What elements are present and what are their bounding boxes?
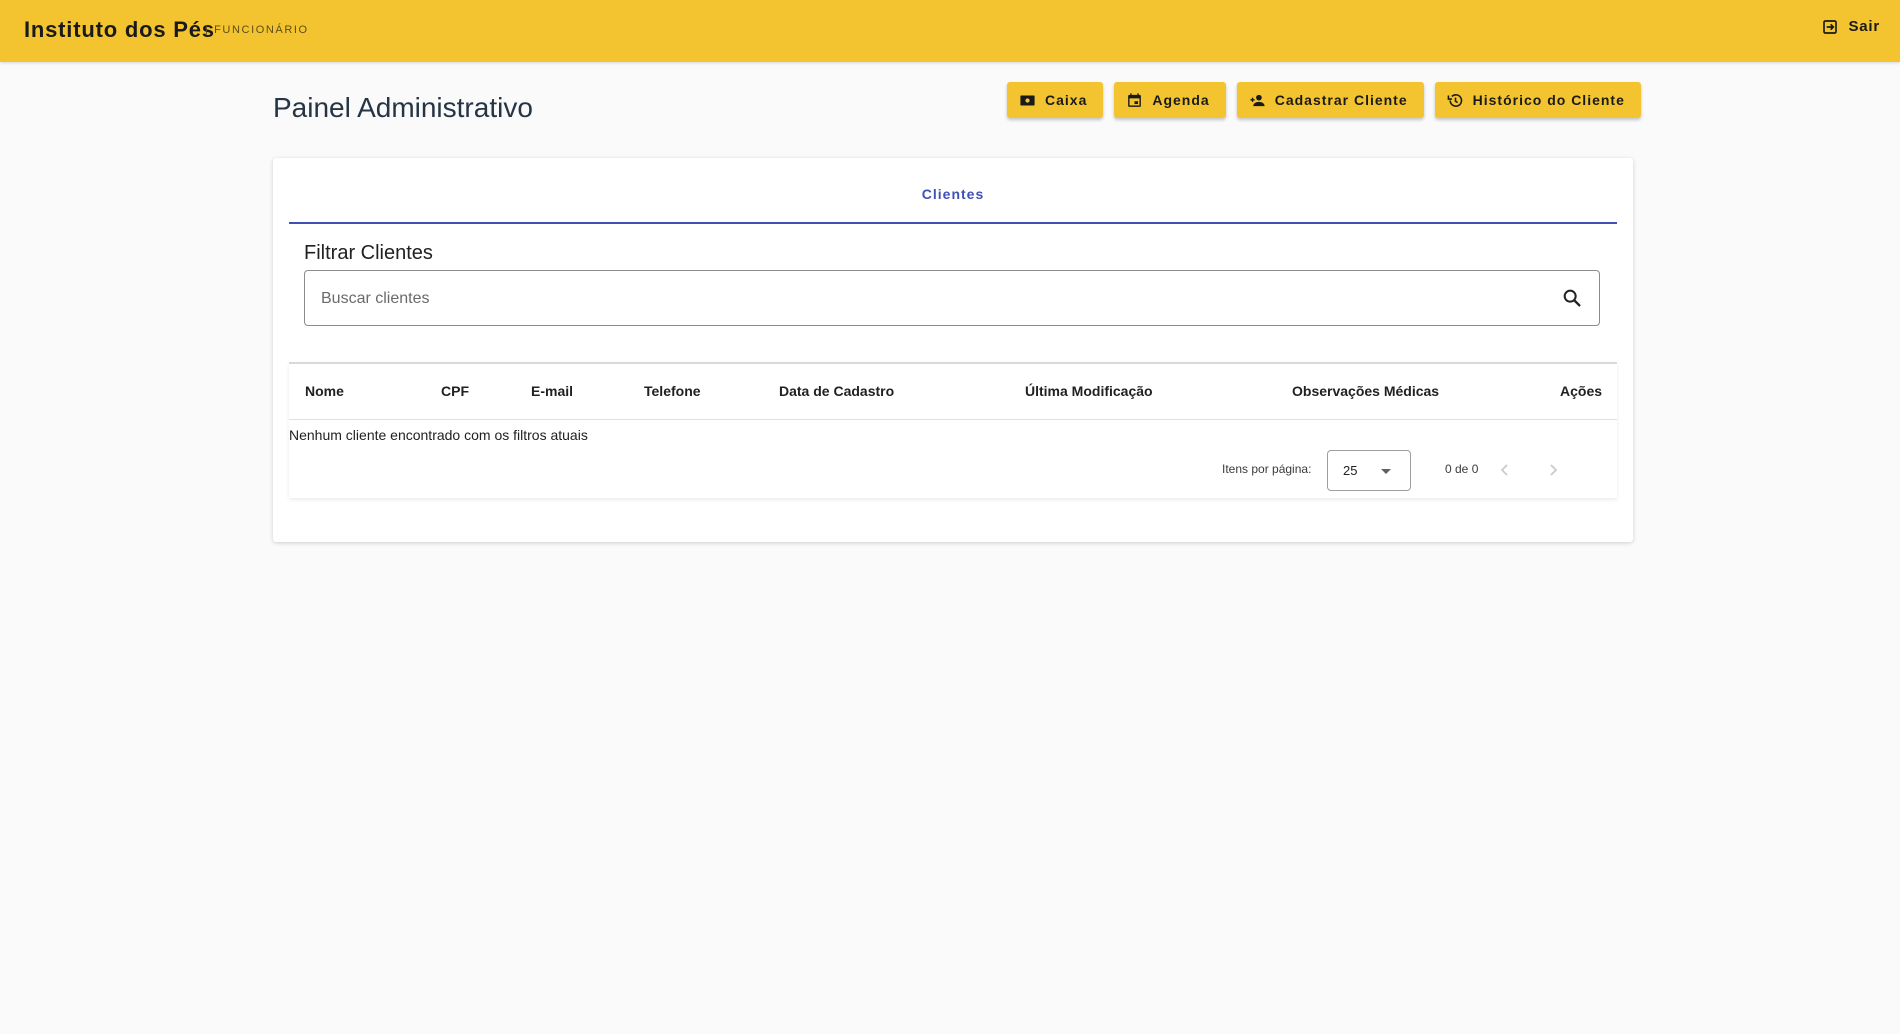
column-header-nome[interactable]: Nome	[305, 383, 344, 399]
column-header-telefone[interactable]: Telefone	[644, 383, 701, 399]
page-size-value: 25	[1343, 463, 1358, 478]
cash-icon	[1020, 95, 1035, 105]
cadastrar-cliente-button[interactable]: Cadastrar Cliente	[1236, 82, 1424, 118]
page-title: Painel Administrativo	[273, 92, 533, 123]
chevron-right-icon	[1550, 464, 1558, 476]
column-header-observacoes-medicas[interactable]: Observações Médicas	[1292, 383, 1439, 399]
logout-icon	[1823, 19, 1838, 34]
brand-title: Instituto dos Pés	[24, 17, 215, 42]
chevron-left-icon	[1500, 464, 1508, 476]
user-role-label: | FUNCIONÁRIO	[205, 24, 309, 36]
historico-cliente-label: Histórico do Cliente	[1472, 92, 1625, 108]
tab-clientes[interactable]: Clientes	[289, 158, 1617, 224]
next-page-button[interactable]	[1541, 458, 1565, 482]
caixa-label: Caixa	[1045, 92, 1088, 108]
cadastrar-cliente-label: Cadastrar Cliente	[1274, 92, 1408, 108]
search-icon[interactable]	[1561, 287, 1583, 309]
top-app-bar: Instituto dos Pés | FUNCIONÁRIO Sair	[0, 0, 1900, 62]
logout-label: Sair	[1848, 18, 1880, 35]
page-range-label: 0 de 0	[1445, 462, 1479, 476]
history-icon	[1447, 93, 1462, 107]
search-field[interactable]	[304, 270, 1600, 327]
logout-button[interactable]: Sair	[1822, 18, 1880, 35]
page-size-select[interactable]: 25	[1327, 450, 1411, 491]
column-header-cpf[interactable]: CPF	[441, 383, 469, 399]
column-header-ultima-modificacao[interactable]: Última Modificação	[1025, 383, 1153, 399]
column-header-email[interactable]: E-mail	[531, 383, 573, 399]
clients-table: Nome CPF E-mail Telefone Data de Cadastr…	[289, 362, 1617, 498]
search-input[interactable]	[319, 271, 1543, 327]
column-header-acoes: Ações	[1560, 383, 1603, 399]
agenda-label: Agenda	[1152, 92, 1210, 108]
dropdown-arrow-icon	[1381, 469, 1391, 474]
filter-title: Filtrar Clientes	[304, 242, 433, 264]
previous-page-button[interactable]	[1493, 458, 1517, 482]
clients-card: Clientes Filtrar Clientes Nome CPF E-mai…	[273, 158, 1633, 542]
historico-cliente-button[interactable]: Histórico do Cliente	[1434, 82, 1641, 118]
empty-table-message: Nenhum cliente encontrado com os filtros…	[289, 427, 588, 443]
tab-clientes-label: Clientes	[921, 186, 985, 202]
caixa-button[interactable]: Caixa	[1007, 82, 1104, 118]
calendar-icon	[1128, 92, 1142, 107]
person-add-icon	[1250, 94, 1265, 106]
action-toolbar: Caixa Agenda Cadastrar Cliente Histórico…	[1007, 82, 1641, 118]
items-per-page-label: Itens por página:	[1222, 462, 1312, 476]
column-header-data-cadastro[interactable]: Data de Cadastro	[779, 383, 894, 399]
agenda-button[interactable]: Agenda	[1114, 82, 1226, 118]
table-header-row: Nome CPF E-mail Telefone Data de Cadastr…	[289, 364, 1617, 420]
